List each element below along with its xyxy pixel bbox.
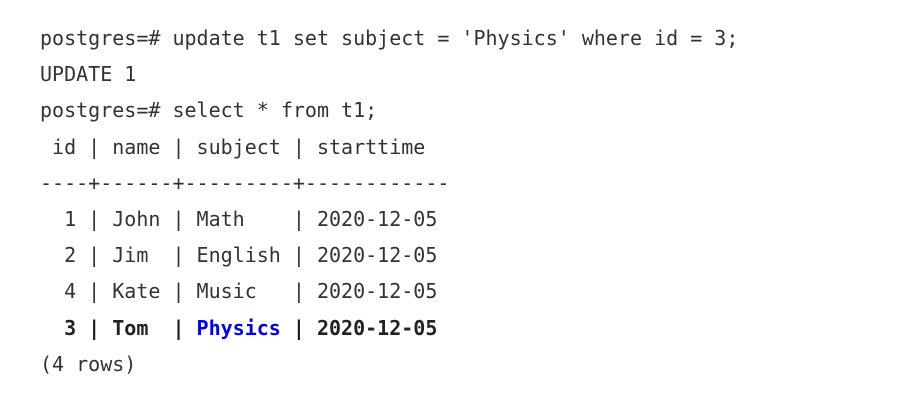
table-row: 1 | John | Math | 2020-12-05 [40, 206, 438, 231]
table-row: 4 | Kate | Music | 2020-12-05 [40, 279, 438, 304]
updated-table-row: 3 | Tom | Physics | 2020-12-05 [40, 310, 738, 346]
table-header: id | name | subject | starttime [40, 134, 426, 159]
update-command: postgres=# update t1 set subject = 'Phys… [40, 26, 739, 50]
table-row: 2 | Jim | English | 2020-12-05 [40, 243, 438, 268]
table-separator: ----+------+---------+------------ [40, 170, 450, 195]
row-count: (4 rows) [40, 351, 137, 376]
updated-subject: Physics [196, 315, 281, 340]
update-result: UPDATE 1 [40, 62, 137, 87]
updated-row-prefix: 3 | Tom | [40, 315, 197, 340]
updated-row-suffix: | 2020-12-05 [280, 315, 438, 340]
select-command: postgres=# select * from t1; [40, 98, 378, 123]
terminal-output: postgres=# update t1 set subject = 'Phys… [40, 20, 738, 382]
